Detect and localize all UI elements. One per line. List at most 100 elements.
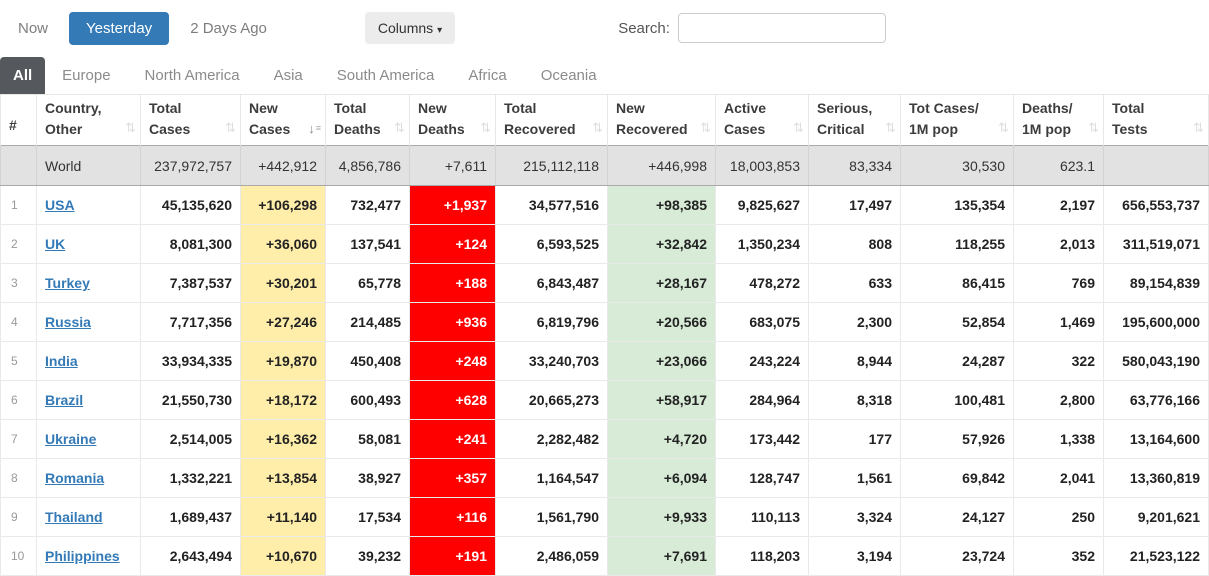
column-header-total-deaths[interactable]: Total Deaths ⇅ — [325, 94, 410, 146]
column-header-new-cases[interactable]: New Cases ↓≡ — [240, 94, 326, 146]
cell-new-cases: +13,854 — [240, 458, 326, 498]
cell-serious-critical: 177 — [808, 419, 901, 459]
cell-total-deaths: 450,408 — [325, 341, 410, 381]
column-header-label: Serious, Critical — [817, 100, 873, 137]
table-body: World 237,972,757 +442,912 4,856,786 +7,611 2… — [0, 145, 1209, 576]
cell-total-tests: 89,154,839 — [1103, 263, 1209, 303]
table-row-thailand: 9 Thailand 1,689,437 +11,140 17,534 +116 1,561… — [0, 497, 1209, 537]
yesterday-button[interactable]: Yesterday — [69, 11, 170, 45]
rank-cell: 10 — [0, 536, 37, 576]
country-link[interactable]: India — [45, 353, 78, 369]
cell-serious-critical: 17,497 — [808, 185, 901, 225]
column-header-label: Country, Other — [45, 100, 102, 137]
cell-total-cases: 2,514,005 — [140, 419, 241, 459]
country-cell: USA — [36, 185, 141, 225]
country-cell: Russia — [36, 302, 141, 342]
cell-deaths-per-1m: 2,013 — [1013, 224, 1104, 264]
column-header-serious-critical[interactable]: Serious, Critical ⇅ — [808, 94, 901, 146]
columns-dropdown-button[interactable]: Columns ▾ — [364, 12, 456, 44]
cell-serious-critical: 8,318 — [808, 380, 901, 420]
column-header-deaths-1m[interactable]: Deaths/1M pop ⇅ — [1013, 94, 1104, 146]
tab-africa[interactable]: Africa — [451, 57, 523, 94]
country-link[interactable]: Romania — [45, 470, 104, 486]
cell-total-recovered: 215,112,118 — [495, 145, 608, 186]
cell-total-recovered: 6,593,525 — [495, 224, 608, 264]
cell-active-cases: 683,075 — [715, 302, 809, 342]
column-header-tot-cases-1m[interactable]: Tot Cases/1M pop ⇅ — [900, 94, 1014, 146]
column-header-label: Deaths/1M pop — [1022, 100, 1073, 137]
cell-total-cases: 33,934,335 — [140, 341, 241, 381]
column-header-new-deaths[interactable]: New Deaths ⇅ — [409, 94, 496, 146]
cell-deaths-per-1m: 769 — [1013, 263, 1104, 303]
cell-new-cases: +106,298 — [240, 185, 326, 225]
cell-total-deaths: 65,778 — [325, 263, 410, 303]
cell-active-cases: 284,964 — [715, 380, 809, 420]
two-days-ago-button[interactable]: 2 Days Ago — [178, 12, 279, 45]
sort-desc-icon: ↓≡ — [308, 121, 321, 136]
cell-active-cases: 9,825,627 — [715, 185, 809, 225]
tab-north-america[interactable]: North America — [128, 57, 257, 94]
cell-cases-per-1m: 57,926 — [900, 419, 1014, 459]
tab-europe[interactable]: Europe — [45, 57, 127, 94]
column-header-rank[interactable]: # — [0, 94, 37, 146]
cell-new-deaths: +248 — [409, 341, 496, 381]
column-header-total-tests[interactable]: Total Tests ⇅ — [1103, 94, 1209, 146]
country-link[interactable]: USA — [45, 197, 75, 213]
cell-total-tests: 656,553,737 — [1103, 185, 1209, 225]
rank-cell — [0, 145, 37, 186]
rank-cell: 6 — [0, 380, 37, 420]
column-header-country-other[interactable]: Country, Other ⇅ — [36, 94, 141, 146]
cell-cases-per-1m: 30,530 — [900, 145, 1014, 186]
column-header-total-cases[interactable]: Total Cases ⇅ — [140, 94, 241, 146]
column-header-new-recovered[interactable]: New Recovered ⇅ — [607, 94, 716, 146]
cell-total-deaths: 137,541 — [325, 224, 410, 264]
cell-deaths-per-1m: 1,469 — [1013, 302, 1104, 342]
cell-cases-per-1m: 118,255 — [900, 224, 1014, 264]
cell-new-cases: +442,912 — [240, 145, 326, 186]
country-link[interactable]: Ukraine — [45, 431, 96, 447]
table-header-row: # Country, Other ⇅ Total Cases ⇅ New Cases ↓≡ Tota… — [0, 94, 1209, 146]
tab-asia[interactable]: Asia — [257, 57, 320, 94]
cell-total-deaths: 39,232 — [325, 536, 410, 576]
cell-active-cases: 1,350,234 — [715, 224, 809, 264]
country-link[interactable]: Philippines — [45, 548, 120, 564]
table-row-ukraine: 7 Ukraine 2,514,005 +16,362 58,081 +241 2,282,… — [0, 419, 1209, 459]
cell-total-deaths: 600,493 — [325, 380, 410, 420]
cell-new-deaths: +357 — [409, 458, 496, 498]
sort-both-icon: ⇅ — [125, 120, 136, 135]
search-input[interactable] — [677, 13, 886, 43]
cell-cases-per-1m: 135,354 — [900, 185, 1014, 225]
now-button[interactable]: Now — [6, 12, 60, 45]
cell-total-tests: 195,600,000 — [1103, 302, 1209, 342]
cell-cases-per-1m: 52,854 — [900, 302, 1014, 342]
tab-all[interactable]: All — [0, 57, 46, 94]
cell-total-cases: 2,643,494 — [140, 536, 241, 576]
cell-new-deaths: +628 — [409, 380, 496, 420]
country-link[interactable]: Russia — [45, 314, 91, 330]
cell-serious-critical: 633 — [808, 263, 901, 303]
country-link[interactable]: Brazil — [45, 392, 83, 408]
column-header-label: New Recovered — [616, 100, 688, 137]
region-tabs: All Europe North America Asia South America A… — [0, 57, 1209, 94]
cell-new-recovered: +7,691 — [607, 536, 716, 576]
column-header-active-cases[interactable]: Active Cases ⇅ — [715, 94, 809, 146]
table-row-brazil: 6 Brazil 21,550,730 +18,172 600,493 +628 20,66… — [0, 380, 1209, 420]
sort-both-icon: ⇅ — [225, 120, 236, 135]
column-header-total-recovered[interactable]: Total Recovered ⇅ — [495, 94, 608, 146]
country-link[interactable]: Thailand — [45, 509, 103, 525]
cell-deaths-per-1m: 2,041 — [1013, 458, 1104, 498]
country-link[interactable]: Turkey — [45, 275, 90, 291]
column-header-label: Total Recovered — [504, 100, 576, 137]
country-cell: Brazil — [36, 380, 141, 420]
tab-oceania[interactable]: Oceania — [524, 57, 614, 94]
search-group: Search: — [618, 13, 886, 43]
tab-south-america[interactable]: South America — [320, 57, 452, 94]
cell-cases-per-1m: 23,724 — [900, 536, 1014, 576]
country-link[interactable]: UK — [45, 236, 65, 252]
cell-total-cases: 8,081,300 — [140, 224, 241, 264]
cell-active-cases: 110,113 — [715, 497, 809, 537]
cell-serious-critical: 3,324 — [808, 497, 901, 537]
cell-new-cases: +19,870 — [240, 341, 326, 381]
cell-new-cases: +27,246 — [240, 302, 326, 342]
cell-total-tests: 63,776,166 — [1103, 380, 1209, 420]
